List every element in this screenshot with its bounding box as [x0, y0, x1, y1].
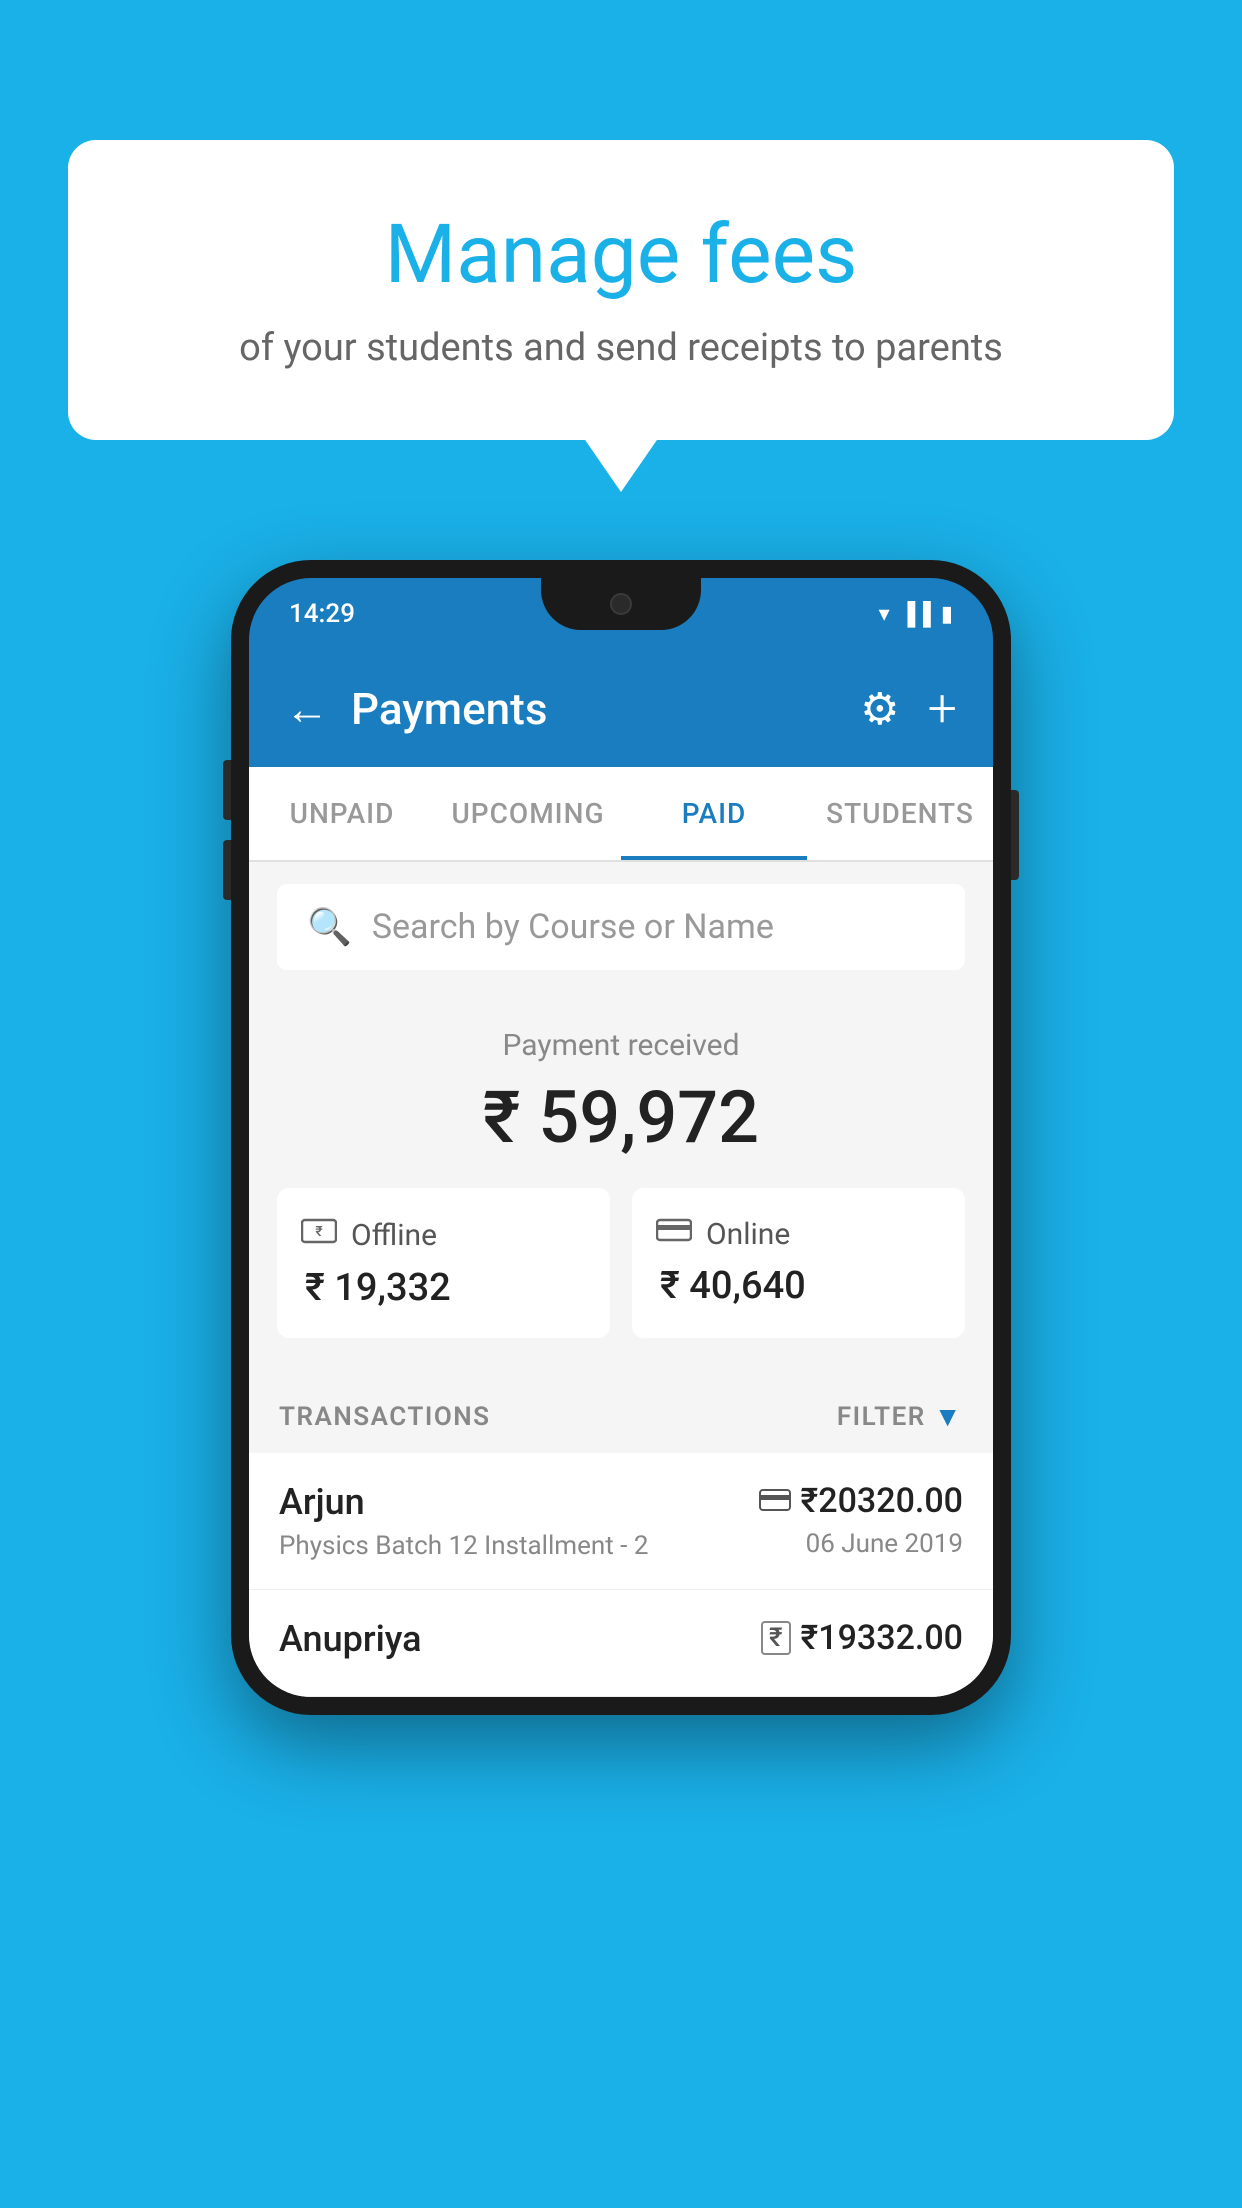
- offline-icon: ₹: [301, 1216, 337, 1254]
- status-icons: ▾ ▐▐ ▮: [879, 601, 953, 627]
- offline-payment-card: ₹ Offline ₹ 19,332: [277, 1188, 610, 1338]
- header-right: ⚙ +: [860, 678, 957, 739]
- page-title: Payments: [351, 683, 547, 735]
- signal-icon: ▐▐: [900, 601, 931, 627]
- speech-bubble-wrapper: Manage fees of your students and send re…: [68, 140, 1174, 440]
- svg-text:₹: ₹: [315, 1224, 323, 1240]
- transactions-header: TRANSACTIONS FILTER ▼: [249, 1370, 993, 1453]
- bubble-subtitle: of your students and send receipts to pa…: [128, 322, 1114, 375]
- add-button[interactable]: +: [928, 678, 957, 739]
- phone-frame-wrapper: 14:29 ▾ ▐▐ ▮ ← Payments ⚙ +: [231, 560, 1011, 1715]
- tab-paid[interactable]: PAID: [621, 767, 807, 860]
- transaction-left: Arjun Physics Batch 12 Installment - 2: [279, 1481, 759, 1561]
- transactions-list: Arjun Physics Batch 12 Installment - 2: [249, 1453, 993, 1697]
- transaction-amount: ₹ ₹19332.00: [761, 1618, 963, 1658]
- card-payment-icon: [759, 1481, 791, 1521]
- transaction-right: ₹20320.00 06 June 2019: [759, 1481, 963, 1559]
- tab-unpaid[interactable]: UNPAID: [249, 767, 435, 860]
- payment-summary: Payment received ₹ 59,972 ₹: [249, 992, 993, 1370]
- battery-icon: ▮: [941, 602, 953, 627]
- payment-received-label: Payment received: [277, 1028, 965, 1063]
- tab-upcoming[interactable]: UPCOMING: [435, 767, 621, 860]
- filter-button[interactable]: FILTER ▼: [837, 1400, 963, 1433]
- search-input[interactable]: Search by Course or Name: [372, 907, 774, 947]
- transactions-label: TRANSACTIONS: [279, 1402, 491, 1432]
- tab-students[interactable]: STUDENTS: [807, 767, 993, 860]
- wifi-icon: ▾: [879, 602, 890, 627]
- offline-label: Offline: [351, 1218, 437, 1253]
- transaction-amount: ₹20320.00: [759, 1481, 963, 1521]
- search-icon: 🔍: [307, 906, 352, 948]
- payment-total-amount: ₹ 59,972: [277, 1075, 965, 1160]
- payment-cards: ₹ Offline ₹ 19,332: [277, 1188, 965, 1338]
- transaction-right: ₹ ₹19332.00: [761, 1618, 963, 1666]
- settings-icon[interactable]: ⚙: [860, 683, 899, 735]
- online-icon: [656, 1216, 692, 1252]
- transaction-left: Anupriya: [279, 1618, 761, 1668]
- online-amount: ₹ 40,640: [656, 1264, 941, 1308]
- status-bar: 14:29 ▾ ▐▐ ▮: [249, 578, 993, 650]
- phone-frame: 14:29 ▾ ▐▐ ▮ ← Payments ⚙ +: [231, 560, 1011, 1715]
- speech-bubble: Manage fees of your students and send re…: [68, 140, 1174, 440]
- header-left: ← Payments: [285, 683, 547, 735]
- tabs-bar: UNPAID UPCOMING PAID STUDENTS: [249, 767, 993, 862]
- camera: [610, 593, 632, 615]
- cash-payment-icon: ₹: [761, 1621, 791, 1655]
- search-box[interactable]: 🔍 Search by Course or Name: [277, 884, 965, 970]
- table-row[interactable]: Arjun Physics Batch 12 Installment - 2: [249, 1453, 993, 1590]
- transaction-name: Anupriya: [279, 1618, 761, 1660]
- bubble-title: Manage fees: [128, 210, 1114, 300]
- search-container: 🔍 Search by Course or Name: [249, 862, 993, 992]
- table-row[interactable]: Anupriya ₹ ₹19332.00: [249, 1590, 993, 1697]
- online-label: Online: [706, 1217, 790, 1252]
- status-time: 14:29: [289, 599, 355, 629]
- online-payment-card: Online ₹ 40,640: [632, 1188, 965, 1338]
- volume-up-button[interactable]: [223, 760, 231, 820]
- power-button[interactable]: [1011, 790, 1019, 880]
- back-button[interactable]: ←: [285, 687, 329, 731]
- notch: [541, 578, 701, 630]
- offline-card-header: ₹ Offline: [301, 1216, 586, 1254]
- transaction-name: Arjun: [279, 1481, 759, 1523]
- offline-amount: ₹ 19,332: [301, 1266, 586, 1310]
- online-card-header: Online: [656, 1216, 941, 1252]
- phone-screen: ← Payments ⚙ + UNPAID UPCOMING PAID: [249, 650, 993, 1697]
- app-header: ← Payments ⚙ +: [249, 650, 993, 767]
- volume-down-button[interactable]: [223, 840, 231, 900]
- transaction-detail: Physics Batch 12 Installment - 2: [279, 1531, 759, 1561]
- transaction-date: 06 June 2019: [759, 1529, 963, 1559]
- filter-icon: ▼: [934, 1400, 963, 1433]
